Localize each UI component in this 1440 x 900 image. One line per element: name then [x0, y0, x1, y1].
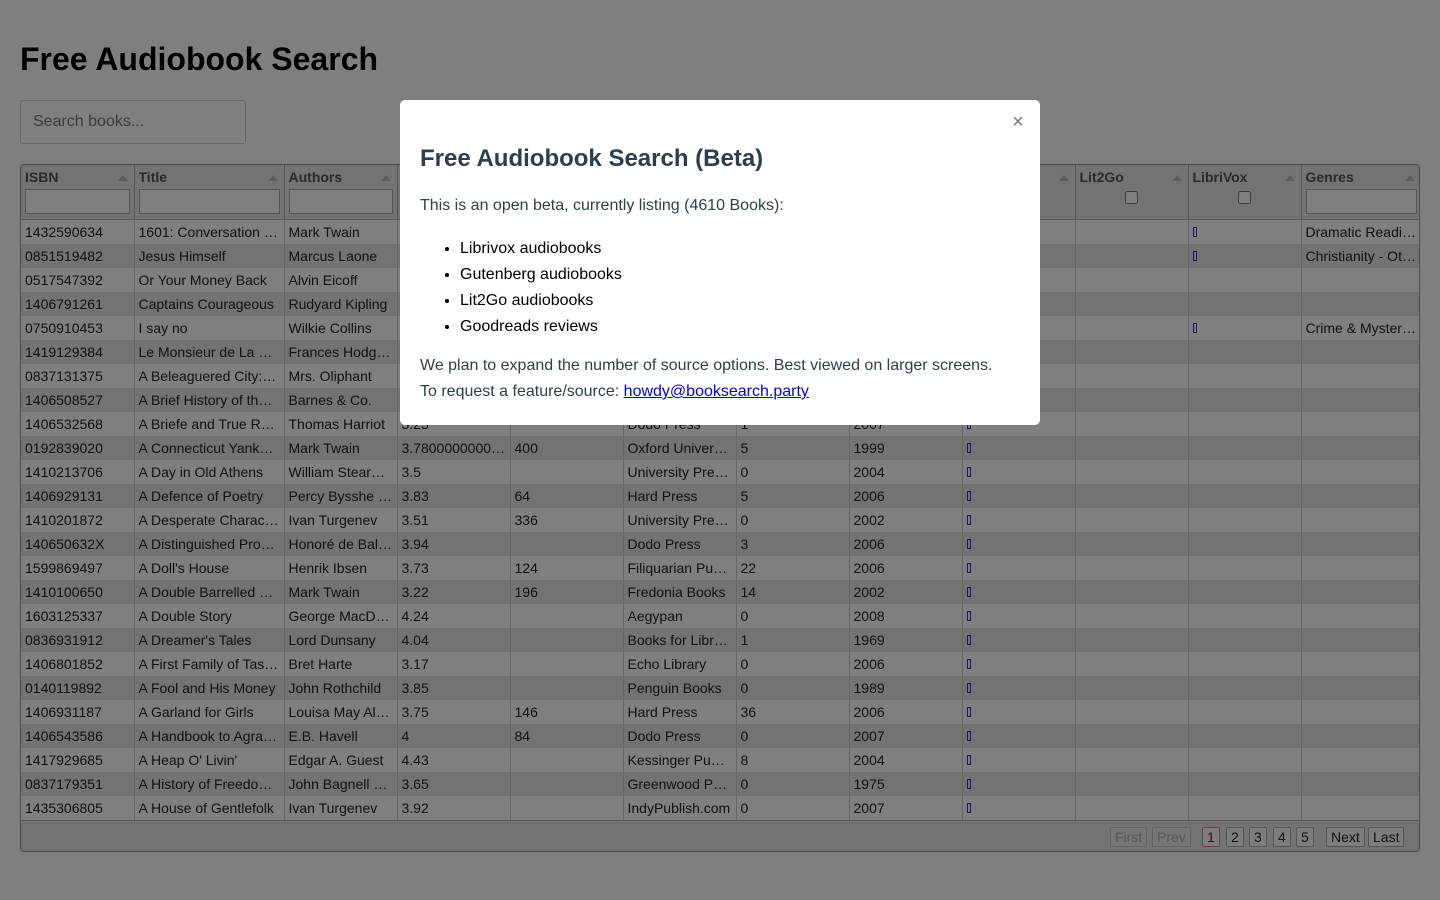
modal-request-text: To request a feature/source: howdy@books…: [420, 382, 809, 402]
modal-plan-text: We plan to expand the number of source o…: [420, 357, 993, 374]
contact-email-link[interactable]: howdy@booksearch.party: [624, 383, 809, 400]
modal-overlay[interactable]: × Free Audiobook Search (Beta) This is a…: [0, 0, 1440, 900]
close-icon[interactable]: ×: [1010, 110, 1026, 134]
beta-info-modal: × Free Audiobook Search (Beta) This is a…: [400, 100, 1040, 425]
source-item: Gutenberg audiobooks: [460, 262, 622, 288]
source-list: Librivox audiobooks Gutenberg audiobooks…: [420, 236, 622, 340]
source-item: Lit2Go audiobooks: [460, 288, 622, 314]
modal-intro: This is an open beta, currently listing …: [420, 197, 784, 214]
request-prefix: To request a feature/source:: [420, 383, 624, 400]
source-item: Librivox audiobooks: [460, 236, 622, 262]
modal-title: Free Audiobook Search (Beta): [420, 145, 764, 172]
source-item: Goodreads reviews: [460, 314, 622, 340]
